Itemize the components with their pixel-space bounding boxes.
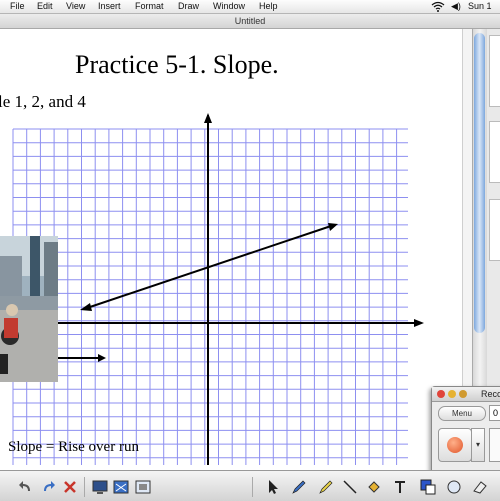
toolbar-separator <box>84 477 85 497</box>
x-axis-arrow <box>414 319 424 327</box>
menu-clock[interactable]: Sun 1 <box>468 0 492 13</box>
recorder-title: Reco <box>481 389 500 399</box>
eraser-icon[interactable] <box>472 479 488 495</box>
slope-note: Slope = Rise over run <box>8 439 139 455</box>
grid-lines <box>12 128 408 465</box>
text-icon[interactable] <box>392 479 408 495</box>
menu-view[interactable]: View <box>66 0 85 13</box>
fill-icon[interactable] <box>366 479 382 495</box>
menu-insert[interactable]: Insert <box>98 0 121 13</box>
recorder-title-bar[interactable]: Reco <box>432 387 500 402</box>
record-options-button[interactable]: ▾ <box>471 428 485 462</box>
window-title-bar: Untitled <box>0 14 500 29</box>
wifi-icon[interactable] <box>431 1 445 12</box>
menu-format[interactable]: Format <box>135 0 164 13</box>
window-title: Untitled <box>234 16 266 26</box>
line-icon[interactable] <box>342 479 358 495</box>
full-screen-icon[interactable] <box>135 479 151 495</box>
highlighter-icon[interactable] <box>318 479 334 495</box>
webcam-photo <box>0 236 58 382</box>
screen-capture-icon[interactable] <box>113 479 129 495</box>
redo-icon[interactable] <box>40 479 56 495</box>
color-icon[interactable] <box>420 479 436 495</box>
menu-file[interactable]: File <box>10 0 25 13</box>
slope-line-end-arrow <box>328 223 338 231</box>
page-subtitle: le 1, 2, and 4 <box>0 92 86 111</box>
menu-edit[interactable]: Edit <box>37 0 53 13</box>
toolbar-separator <box>252 477 253 497</box>
delete-icon[interactable] <box>62 479 78 495</box>
pen-icon[interactable] <box>291 479 307 495</box>
recorder-counter: 0 <box>489 405 500 421</box>
zoom-button[interactable] <box>459 390 467 398</box>
bottom-toolbar <box>0 470 500 501</box>
menu-bar: File Edit View Insert Format Draw Window… <box>0 0 500 14</box>
menu-help[interactable]: Help <box>259 0 278 13</box>
side-panel-pane[interactable] <box>489 121 500 183</box>
side-panel-pane[interactable] <box>489 35 500 107</box>
minimize-button[interactable] <box>448 390 456 398</box>
recorder-slot <box>489 428 500 462</box>
close-button[interactable] <box>437 390 445 398</box>
undo-icon[interactable] <box>18 479 34 495</box>
recorder-window: Reco Menu 0 ▾ <box>431 386 500 472</box>
side-panel-pane[interactable] <box>489 199 500 261</box>
scroll-thumb[interactable] <box>474 33 485 333</box>
select-icon[interactable] <box>265 479 281 495</box>
whiteboard-canvas[interactable]: Practice 5-1. Slope. le 1, 2, and 4 Slop… <box>0 29 462 470</box>
short-arrow-head <box>98 354 106 362</box>
menu-draw[interactable]: Draw <box>178 0 199 13</box>
y-axis-arrow <box>204 113 212 123</box>
display-icon[interactable] <box>92 479 108 495</box>
shape-icon[interactable] <box>446 479 462 495</box>
menu-window[interactable]: Window <box>213 0 245 13</box>
volume-icon[interactable]: ◀) <box>451 0 461 13</box>
record-icon <box>447 437 463 453</box>
record-button[interactable] <box>438 428 472 462</box>
page-title: Practice 5-1. Slope. <box>75 50 279 79</box>
recorder-menu-button[interactable]: Menu <box>438 406 486 421</box>
